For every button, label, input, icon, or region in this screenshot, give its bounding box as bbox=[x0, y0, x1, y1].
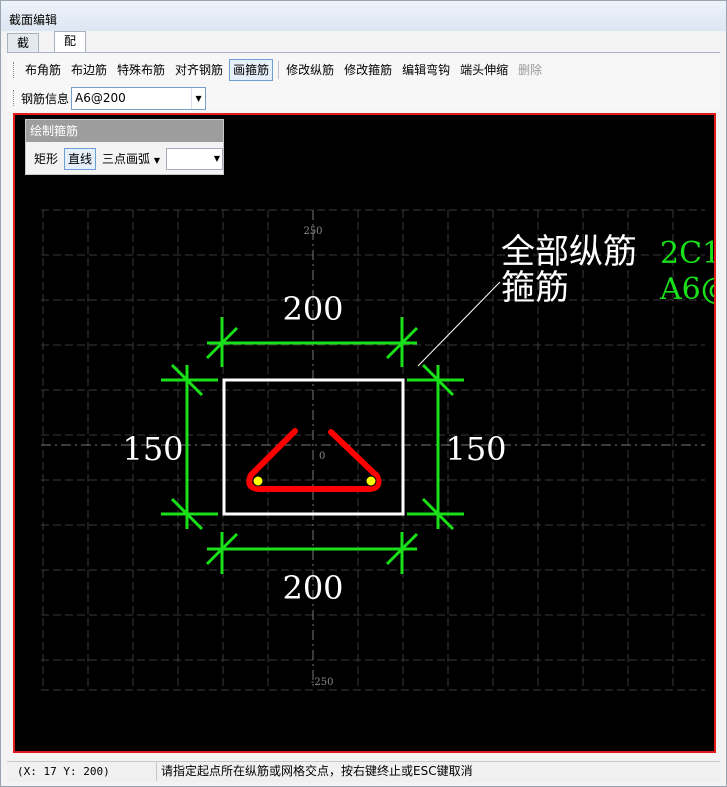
status-bar: (X: 17 Y: 200) 请指定起点所在纵筋或网格交点，按右键终止或ESC键… bbox=[7, 761, 720, 782]
draw-stirrup-panel-title: 绘制箍筋 bbox=[26, 120, 223, 142]
edge-rebar-button[interactable]: 布边筋 bbox=[67, 59, 111, 81]
tab-reinforcement[interactable]: 配筋 bbox=[54, 31, 87, 67]
stirrup-value: A6@ bbox=[659, 272, 714, 307]
edit-hook-button[interactable]: 编辑弯钩 bbox=[398, 59, 454, 81]
chevron-down-icon[interactable]: ▼ bbox=[191, 87, 205, 109]
chevron-down-icon[interactable]: ▼ bbox=[214, 149, 220, 169]
rebar-dot-right[interactable] bbox=[365, 475, 377, 487]
rebar-info-value: A6@200 bbox=[75, 90, 126, 105]
rebar-info-toolbar: 钢筋信息 A6@200 ▼ bbox=[13, 86, 207, 110]
end-extend-button[interactable]: 端头伸缩 bbox=[456, 59, 512, 81]
title-bar: 截面编辑 bbox=[1, 1, 726, 31]
toolbar-separator bbox=[278, 61, 280, 79]
three-point-arc-button[interactable]: 三点画弧 ▼ bbox=[98, 148, 164, 170]
toolbar-grip[interactable] bbox=[13, 62, 17, 78]
edit-stirrup-button[interactable]: 修改箍筋 bbox=[340, 59, 396, 81]
toolbar-panel: 布角筋 布边筋 特殊布筋 对齐钢筋 画箍筋 修改纵筋 修改箍筋 编辑弯钩 端头伸… bbox=[7, 52, 720, 111]
draw-stirrup-button[interactable]: 画箍筋 bbox=[229, 59, 274, 81]
dimension-right-label: 150 bbox=[445, 430, 506, 468]
dimension-top-label: 200 bbox=[282, 290, 343, 328]
section-drawing[interactable]: 250 0 -250 200 200 150 150 全部纵筋 箍筋 2C A6 bbox=[15, 115, 714, 751]
leader-line bbox=[417, 281, 501, 367]
line-mode-button[interactable]: 直线 bbox=[64, 148, 97, 170]
status-message: 请指定起点所在纵筋或网格交点，按右键终止或ESC键取消 bbox=[161, 764, 473, 778]
drawing-canvas[interactable]: 250 0 -250 200 200 150 150 全部纵筋 箍筋 2C A6… bbox=[13, 113, 716, 753]
window-title: 截面编辑 bbox=[9, 13, 58, 27]
rectangle-mode-button[interactable]: 矩形 bbox=[30, 148, 62, 170]
grid-label-top: 250 bbox=[303, 226, 322, 237]
align-rebar-button[interactable]: 对齐钢筋 bbox=[171, 59, 227, 81]
special-rebar-button[interactable]: 特殊布筋 bbox=[113, 59, 169, 81]
coordinate-readout: (X: 17 Y: 200) bbox=[11, 762, 157, 781]
rebar-info-label: 钢筋信息 bbox=[21, 91, 70, 106]
section-editor-window: 截面编辑 截面 配筋 布角筋 布边筋 特殊布筋 对齐钢筋 画箍筋 修改纵筋 修改… bbox=[0, 0, 727, 787]
rebar-dot-left[interactable] bbox=[252, 475, 264, 487]
delete-button[interactable]: 删除 bbox=[514, 59, 546, 81]
draw-mode-row: 矩形 直线 三点画弧 ▼ ▼ bbox=[30, 148, 224, 170]
three-point-arc-label: 三点画弧 bbox=[102, 152, 151, 166]
draw-stirrup-panel: 绘制箍筋 矩形 直线 三点画弧 ▼ ▼ bbox=[25, 119, 224, 175]
draw-option-combo[interactable]: ▼ bbox=[166, 148, 224, 170]
leader-stirrup-label: 箍筋 bbox=[501, 268, 569, 308]
toolbar-grip[interactable] bbox=[13, 90, 17, 106]
rebar-info-combo[interactable]: A6@200 ▼ bbox=[71, 86, 207, 110]
chevron-down-icon: ▼ bbox=[153, 156, 161, 165]
dimension-bottom-label: 200 bbox=[282, 569, 343, 607]
grid-label-bottom: -250 bbox=[311, 677, 333, 688]
longitudinal-rebar-value: 2C1 bbox=[660, 236, 714, 271]
edit-longitudinal-button[interactable]: 修改纵筋 bbox=[282, 59, 338, 81]
leader-longitudinal-label: 全部纵筋 bbox=[501, 232, 637, 272]
dimension-left-label: 150 bbox=[122, 430, 183, 468]
corner-rebar-button[interactable]: 布角筋 bbox=[21, 59, 65, 81]
grid-label-center: 0 bbox=[319, 451, 325, 462]
rebar-toolbar: 布角筋 布边筋 特殊布筋 对齐钢筋 画箍筋 修改纵筋 修改箍筋 编辑弯钩 端头伸… bbox=[13, 59, 548, 81]
tab-section[interactable]: 截面 bbox=[7, 33, 40, 69]
